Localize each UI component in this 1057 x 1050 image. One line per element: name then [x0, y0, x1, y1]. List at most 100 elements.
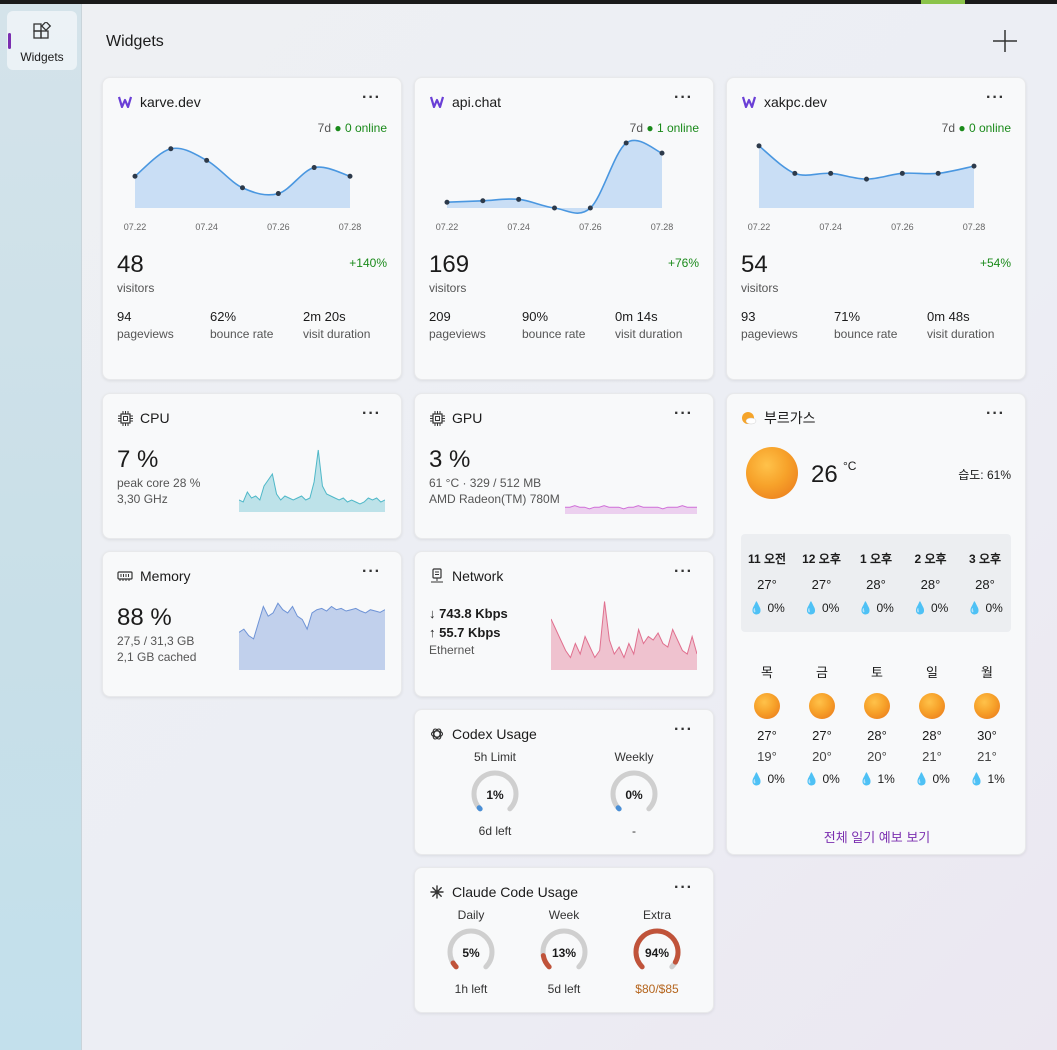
- visitors-point: [792, 170, 798, 176]
- bounce-rate-label: bounce rate: [522, 327, 586, 341]
- visitors-point: [168, 146, 174, 152]
- hour-temp: 28°: [866, 577, 886, 592]
- memory-title: Memory: [140, 568, 191, 584]
- sunny-icon: [754, 693, 780, 719]
- x-tick-label: 07.28: [963, 222, 986, 232]
- x-tick-label: 07.24: [819, 222, 842, 232]
- more-options-button[interactable]: ···: [674, 406, 693, 422]
- bounce-rate-label: bounce rate: [210, 327, 274, 341]
- hour-time: 1 오후: [859, 552, 893, 566]
- more-options-button[interactable]: ···: [362, 564, 381, 580]
- more-options-button[interactable]: ···: [674, 880, 693, 896]
- more-options-button[interactable]: ···: [674, 564, 693, 580]
- sunny-icon: [809, 693, 835, 719]
- visitors-point: [587, 205, 593, 211]
- gauge-ring: 94%: [633, 928, 681, 970]
- visitors-point: [240, 185, 245, 191]
- visitors-change: +76%: [667, 256, 699, 270]
- hour-time: 2 오후: [914, 552, 947, 566]
- day-name: 월: [981, 665, 993, 680]
- usage-gauge: 5h Limit 1% 6d left: [455, 750, 535, 838]
- hour-rain: 0%: [767, 601, 785, 615]
- raindrop-icon: 💧: [912, 601, 928, 615]
- pageviews-value: 209: [429, 309, 451, 324]
- gauge-fill: [450, 960, 459, 970]
- full-forecast-link[interactable]: 전체 일기 예보 보기: [727, 827, 1027, 846]
- current-temperature: 26: [811, 461, 838, 488]
- visitors-point: [480, 198, 486, 204]
- hour-time: 3 오후: [968, 552, 1002, 566]
- x-tick-label: 07.28: [339, 222, 362, 232]
- pageviews-label: pageviews: [117, 327, 174, 341]
- add-widget-button[interactable]: [990, 27, 1020, 55]
- gauge-ring: 5%: [447, 928, 495, 970]
- more-options-button[interactable]: ···: [986, 90, 1005, 106]
- gauge-percent: 5%: [462, 946, 480, 960]
- more-options-button[interactable]: ···: [674, 90, 693, 106]
- more-options-button[interactable]: ···: [986, 406, 1005, 422]
- weather-widget: 부르가스 ··· 26 °C 습도: 61% 11 오전 27° 💧 0% 12 …: [726, 393, 1026, 855]
- cpu-usage-value: 7 %: [117, 446, 159, 473]
- sunny-icon: [864, 693, 890, 719]
- day-high: 27°: [812, 728, 832, 743]
- hour-time: 12 오후: [802, 552, 841, 566]
- gauge-ring: 0%: [610, 770, 658, 812]
- more-options-button[interactable]: ···: [674, 722, 693, 738]
- network-upload: ↑ 55.7 Kbps: [429, 625, 501, 640]
- visit-duration-label: visit duration: [615, 327, 683, 341]
- day-rain: 0%: [932, 772, 950, 786]
- gauge-percent: 1%: [486, 788, 504, 802]
- top-edge: [0, 0, 1057, 4]
- network-history-chart: [551, 601, 697, 670]
- more-options-button[interactable]: ···: [362, 406, 381, 422]
- visitors-label: visitors: [117, 281, 155, 295]
- visitors-chart: 07.22 07.24 07.26 07.28: [436, 139, 673, 232]
- hourly-item: 1 오후 28° 💧 0%: [851, 550, 901, 615]
- raindrop-icon: 💧: [967, 601, 983, 615]
- site-analytics-widget: xakpc.dev ··· 7d ● 0 online 07.22 07.24 07…: [726, 77, 1026, 380]
- day-low: 20°: [812, 749, 832, 764]
- visit-duration-label: visit duration: [927, 327, 995, 341]
- hour-rain: 0%: [985, 601, 1003, 615]
- more-options-button[interactable]: ···: [362, 90, 381, 106]
- weather-city: 부르가스: [764, 410, 816, 426]
- usage-gauge: Extra 94% $80/$85: [617, 908, 697, 996]
- gauge-bottom-text: 1h left: [454, 982, 488, 996]
- visit-duration-value: 0m 48s: [927, 309, 970, 324]
- visitors-point: [311, 165, 317, 171]
- cpu-title: CPU: [140, 410, 170, 426]
- partly-sunny-icon: [741, 410, 757, 426]
- visitors-point: [347, 173, 353, 179]
- sunny-icon: [746, 447, 798, 499]
- gauge-label: Weekly: [614, 750, 654, 764]
- sidebar-item-label: Widgets: [20, 50, 64, 64]
- sidebar-item-widgets[interactable]: Widgets: [7, 11, 77, 70]
- gauge-bottom-text: 5d left: [547, 982, 581, 996]
- daily-item: 일 28° 21° 💧 0%: [907, 662, 957, 786]
- raindrop-icon: 💧: [914, 772, 930, 786]
- visitors-change: +140%: [349, 256, 387, 270]
- visitors-area: [135, 148, 350, 208]
- day-name: 토: [871, 665, 883, 680]
- day-rain: 0%: [767, 772, 785, 786]
- gauge-label: Daily: [457, 908, 485, 922]
- day-low: 19°: [757, 749, 777, 764]
- gpu-widget: GPU ··· 3 % 61 °C · 329 / 512 MB AMD Rad…: [414, 393, 714, 539]
- x-tick-label: 07.24: [195, 222, 218, 232]
- visitors-point: [899, 170, 905, 176]
- hour-temp: 27°: [811, 577, 832, 592]
- site-logo-icon: [117, 94, 133, 110]
- gauge-percent: 0%: [625, 788, 643, 802]
- cpu-chip-icon: [117, 410, 133, 426]
- day-low: 21°: [977, 749, 997, 764]
- network-icon: [429, 568, 445, 584]
- hour-rain: 0%: [876, 601, 894, 615]
- site-name: api.chat: [452, 94, 502, 110]
- raindrop-icon: 💧: [969, 772, 985, 786]
- day-low: 21°: [922, 749, 942, 764]
- visitors-point: [275, 191, 281, 197]
- x-tick-label: 07.22: [748, 222, 771, 232]
- visitors-point: [971, 163, 977, 169]
- raindrop-icon: 💧: [749, 601, 765, 615]
- usage-gauge: Daily 5% 1h left: [431, 908, 511, 996]
